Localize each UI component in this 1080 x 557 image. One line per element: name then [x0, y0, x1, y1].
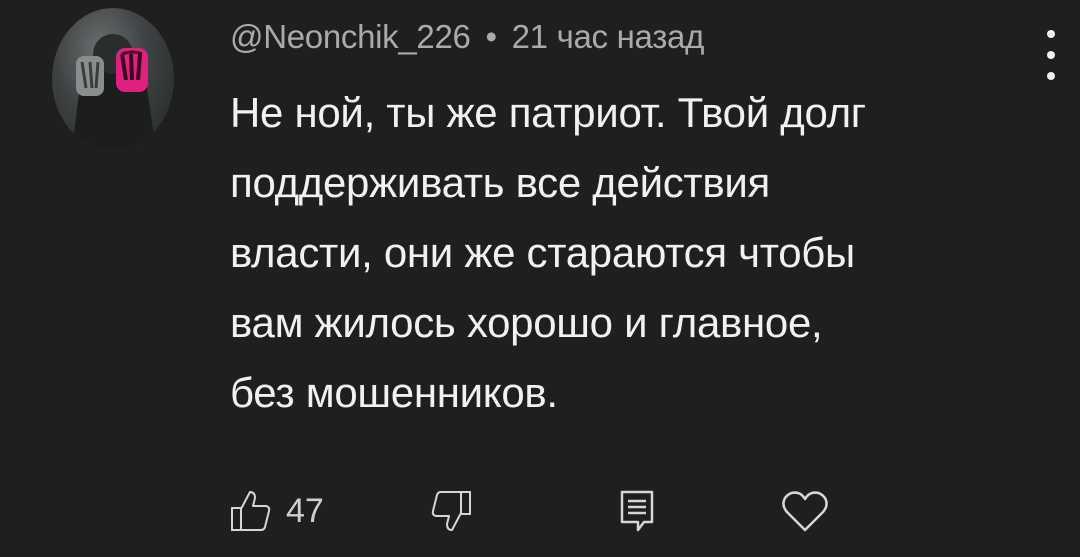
more-options-button[interactable]	[1036, 30, 1066, 80]
thumb-up-icon	[231, 491, 271, 531]
like-count: 47	[286, 491, 324, 530]
meta-separator: •	[485, 18, 497, 55]
comment-line: власти, они же стараются чтобы	[230, 229, 855, 276]
like-button[interactable]: 47	[228, 488, 324, 534]
dislike-button[interactable]	[428, 488, 474, 534]
more-vertical-icon	[1047, 30, 1055, 38]
thumb-down-icon	[431, 491, 471, 531]
reply-icon	[620, 490, 654, 532]
comment-line: вам жилось хорошо и главное,	[230, 299, 823, 346]
heart-button[interactable]	[780, 488, 830, 534]
author-handle[interactable]: @Neonchik_226	[230, 18, 471, 55]
comment-line: без мошенников.	[230, 369, 558, 416]
comment-meta: @Neonchik_226 • 21 час назад	[230, 18, 704, 56]
comment-time: 21 час назад	[511, 18, 705, 55]
heart-icon	[782, 491, 828, 532]
comment-line: Не ной, ты же патриот. Твой долг	[230, 89, 866, 136]
reply-button[interactable]	[616, 488, 658, 534]
comment-text: Не ной, ты же патриот. Твой долг поддерж…	[230, 78, 1030, 428]
comment-line: поддерживать все действия	[230, 159, 770, 206]
comment-actions: 47	[228, 488, 848, 540]
avatar-image	[72, 34, 156, 150]
avatar[interactable]	[52, 8, 174, 150]
